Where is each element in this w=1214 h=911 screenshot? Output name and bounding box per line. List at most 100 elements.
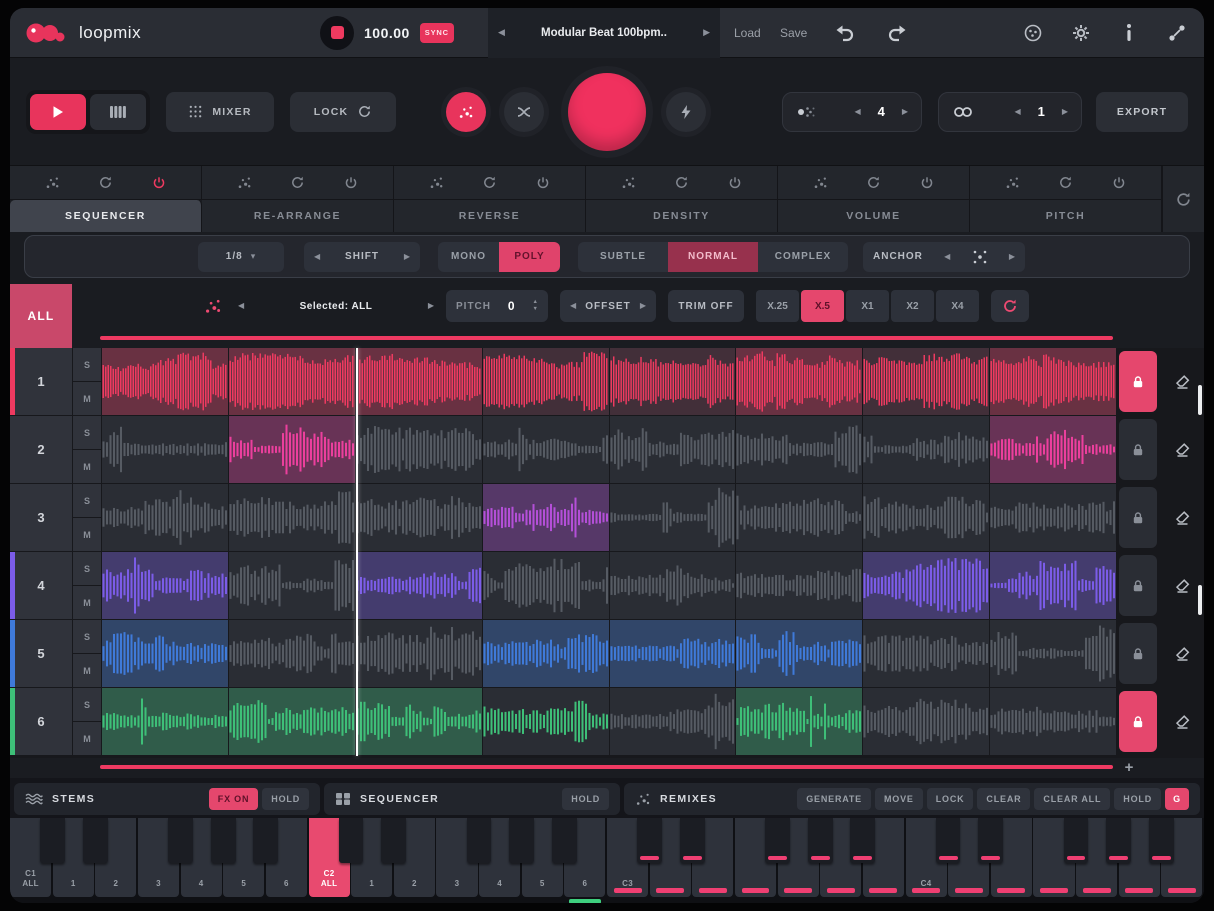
module-cycle-icon[interactable] (479, 172, 501, 194)
clip-cell[interactable] (736, 552, 862, 619)
track-erase-icon[interactable] (1164, 500, 1200, 536)
complexity-complex[interactable]: COMPLEX (758, 242, 848, 272)
stop-button[interactable] (320, 16, 354, 50)
keys-mode-icon[interactable] (90, 94, 146, 130)
clear-all-button[interactable]: CLEAR ALL (1034, 788, 1110, 810)
module-power-icon[interactable] (148, 172, 170, 194)
mute-button[interactable]: M (73, 722, 101, 755)
clip-cell[interactable] (229, 484, 355, 551)
remix-hold-button[interactable]: HOLD (1114, 788, 1161, 810)
clip-cell[interactable] (229, 348, 355, 415)
main-trigger-button[interactable] (568, 73, 646, 151)
tab-density[interactable]: DENSITY (586, 200, 778, 232)
piano-key-black[interactable] (680, 818, 705, 863)
piano-key-black[interactable] (83, 818, 108, 863)
piano-key-black[interactable] (168, 818, 193, 863)
track-lock-icon[interactable] (1119, 555, 1157, 616)
clip-cell[interactable] (990, 484, 1116, 551)
piano-key-black[interactable] (1064, 818, 1089, 863)
piano-key-black[interactable] (381, 818, 406, 863)
clip-cell[interactable] (229, 620, 355, 687)
routing-icon[interactable] (1166, 22, 1188, 44)
stems-hold-button[interactable]: HOLD (262, 788, 309, 810)
module-cycle-icon[interactable] (95, 172, 117, 194)
clip-cell[interactable] (356, 552, 482, 619)
complexity-normal[interactable]: NORMAL (668, 242, 758, 272)
fx-on-button[interactable]: FX ON (209, 788, 259, 810)
tab-re-arrange[interactable]: RE-ARRANGE (202, 200, 394, 232)
track-lock-icon[interactable] (1119, 351, 1157, 412)
add-button[interactable]: + (1118, 758, 1140, 778)
clip-cell[interactable] (863, 620, 989, 687)
move-button[interactable]: MOVE (875, 788, 923, 810)
clip-cell[interactable] (610, 552, 736, 619)
clip-cell[interactable] (356, 620, 482, 687)
module-power-icon[interactable] (724, 172, 746, 194)
instant-remix-knob[interactable] (666, 92, 706, 132)
remix-lock-button[interactable]: LOCK (927, 788, 974, 810)
tab-volume[interactable]: VOLUME (778, 200, 970, 232)
clip-cell[interactable] (863, 348, 989, 415)
piano-key-black[interactable] (211, 818, 236, 863)
clip-cell[interactable] (610, 416, 736, 483)
module-randomize-icon[interactable] (426, 172, 448, 194)
mute-button[interactable]: M (73, 654, 101, 687)
clip-cell[interactable] (483, 688, 609, 755)
voice-mono[interactable]: MONO (438, 242, 499, 272)
module-cycle-icon[interactable] (671, 172, 693, 194)
speed-x025[interactable]: X.25 (756, 290, 799, 322)
module-power-icon[interactable] (1108, 172, 1130, 194)
offset-left-icon[interactable]: ◀ (570, 302, 576, 310)
offset-right-icon[interactable]: ▶ (640, 302, 646, 310)
info-icon[interactable] (1118, 22, 1140, 44)
module-randomize-icon[interactable] (618, 172, 640, 194)
pattern-next-icon[interactable]: ▶ (902, 108, 908, 116)
anchor-icon[interactable] (972, 249, 988, 265)
track-erase-icon[interactable] (1164, 704, 1200, 740)
module-power-icon[interactable] (916, 172, 938, 194)
track-erase-icon[interactable] (1164, 636, 1200, 672)
scroll-thumb[interactable] (1198, 385, 1202, 415)
clip-cell[interactable] (610, 688, 736, 755)
track-erase-icon[interactable] (1164, 432, 1200, 468)
clip-cell[interactable] (102, 348, 228, 415)
clip-cell[interactable] (736, 620, 862, 687)
piano-key-black[interactable] (978, 818, 1003, 863)
clip-cell[interactable] (736, 688, 862, 755)
track-select[interactable]: 5 (10, 620, 72, 687)
speed-x1[interactable]: X1 (846, 290, 889, 322)
load-button[interactable]: Load (734, 26, 761, 40)
preset-prev-icon[interactable]: ◀ (498, 28, 505, 37)
trim-toggle[interactable]: TRIM OFF (668, 290, 744, 322)
module-cycle-icon[interactable] (863, 172, 885, 194)
clip-cell[interactable] (229, 552, 355, 619)
anchor-right-icon[interactable]: ▶ (1009, 253, 1015, 261)
loop-next-icon[interactable]: ▶ (1062, 108, 1068, 116)
shift-right-icon[interactable]: ▶ (404, 253, 410, 261)
shift-left-icon[interactable]: ◀ (314, 253, 320, 261)
clip-cell[interactable] (610, 620, 736, 687)
tab-sequencer[interactable]: SEQUENCER (10, 200, 202, 232)
piano-key-black[interactable] (936, 818, 961, 863)
module-randomize-icon[interactable] (1002, 172, 1024, 194)
sequencer-hold-button[interactable]: HOLD (562, 788, 609, 810)
mute-button[interactable]: M (73, 450, 101, 483)
play-button[interactable] (30, 94, 86, 130)
clip-cell[interactable] (990, 348, 1116, 415)
loop-prev-icon[interactable]: ◀ (1014, 108, 1020, 116)
solo-button[interactable]: S (73, 620, 101, 653)
piano-key-black[interactable] (808, 818, 833, 863)
stepper-down-icon[interactable]: ▼ (533, 307, 538, 313)
clip-cell[interactable] (483, 484, 609, 551)
rotate-icon[interactable] (991, 290, 1029, 322)
solo-button[interactable]: S (73, 688, 101, 721)
track-lock-icon[interactable] (1119, 623, 1157, 684)
clip-cell[interactable] (736, 348, 862, 415)
clip-cell[interactable] (356, 348, 482, 415)
module-power-icon[interactable] (532, 172, 554, 194)
module-randomize-icon[interactable] (234, 172, 256, 194)
preset-next-icon[interactable]: ▶ (703, 28, 710, 37)
clip-cell[interactable] (863, 484, 989, 551)
generate-button[interactable]: GENERATE (797, 788, 871, 810)
clip-cell[interactable] (483, 620, 609, 687)
